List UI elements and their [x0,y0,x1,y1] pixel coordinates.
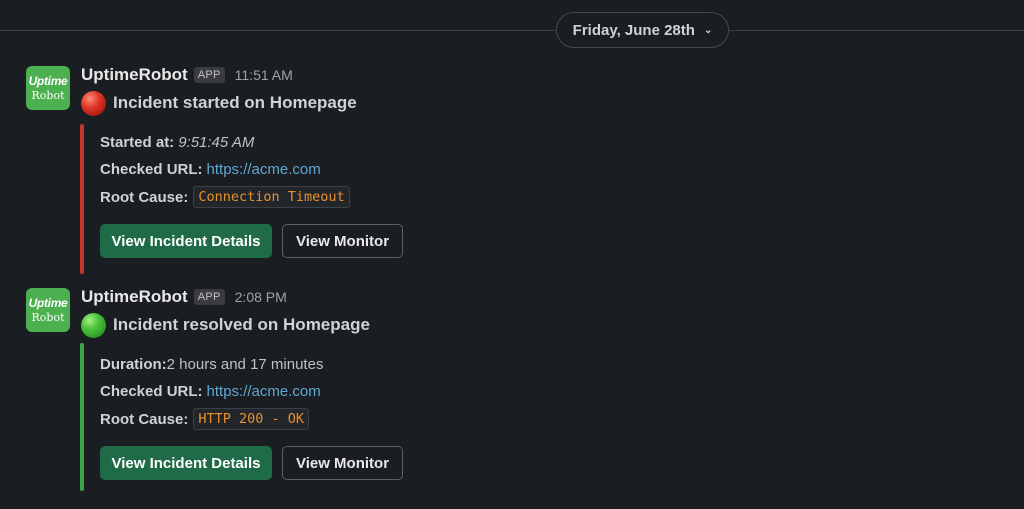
message-header: UptimeRobot APP 11:51 AM [81,64,293,86]
message-header: UptimeRobot APP 2:08 PM [81,286,287,308]
field-key: Root Cause: [100,410,189,428]
field-value: 2 hours and 17 minutes [166,355,324,373]
field-key: Checked URL: [100,382,203,400]
chevron-down-icon: ⌄ [703,25,713,36]
date-divider-button[interactable]: Friday, June 28th ⌄ [556,12,729,48]
action-buttons: View Incident Details View Monitor [100,446,403,480]
green-circle-icon [81,312,106,338]
sender-name[interactable]: UptimeRobot [81,65,188,85]
message-title: Incident started on Homepage [81,90,357,116]
checked-url-link[interactable]: https://acme.com [207,161,321,178]
root-cause-code: Connection Timeout [193,186,350,208]
view-monitor-button[interactable]: View Monitor [282,446,403,480]
date-divider-label: Friday, June 28th [572,21,695,39]
field-key: Started at: [100,133,175,151]
field-key: Root Cause: [100,188,189,206]
field-duration: Duration: 2 hours and 17 minutes [100,353,323,375]
date-divider-line [0,30,1024,31]
view-incident-details-button[interactable]: View Incident Details [100,224,272,258]
field-root-cause: Root Cause: HTTP 200 - OK [100,408,310,430]
sender-name[interactable]: UptimeRobot [81,287,188,307]
avatar[interactable]: Uptime Robot [26,288,70,332]
root-cause-code: HTTP 200 - OK [193,408,310,430]
message-title-text: Incident resolved on Homepage [113,315,370,334]
view-incident-details-button[interactable]: View Incident Details [100,446,272,480]
checked-url-link[interactable]: https://acme.com [207,383,321,400]
action-buttons: View Incident Details View Monitor [100,224,403,258]
attachment-accent-bar [80,343,84,491]
field-root-cause: Root Cause: Connection Timeout [100,186,350,208]
app-badge: APP [193,289,225,305]
view-monitor-button[interactable]: View Monitor [282,224,403,258]
field-started-at: Started at: 9:51:45 AM [100,131,254,153]
avatar-text-line1: Uptime [28,74,68,88]
red-circle-icon [81,90,106,116]
field-key: Duration: [100,355,167,373]
message-title-text: Incident started on Homepage [113,93,357,112]
avatar-text-line2: Robot [31,89,65,102]
message-title: Incident resolved on Homepage [81,312,370,338]
avatar[interactable]: Uptime Robot [26,66,70,110]
field-value: 9:51:45 AM [178,133,255,151]
message-timestamp[interactable]: 11:51 AM [235,67,293,83]
field-key: Checked URL: [100,160,203,178]
attachment-accent-bar [80,124,84,274]
field-checked-url: Checked URL: https://acme.com [100,380,321,402]
avatar-text-line1: Uptime [28,296,68,310]
avatar-text-line2: Robot [31,311,65,324]
message-timestamp[interactable]: 2:08 PM [235,289,287,305]
app-badge: APP [193,67,225,83]
field-checked-url: Checked URL: https://acme.com [100,158,321,180]
